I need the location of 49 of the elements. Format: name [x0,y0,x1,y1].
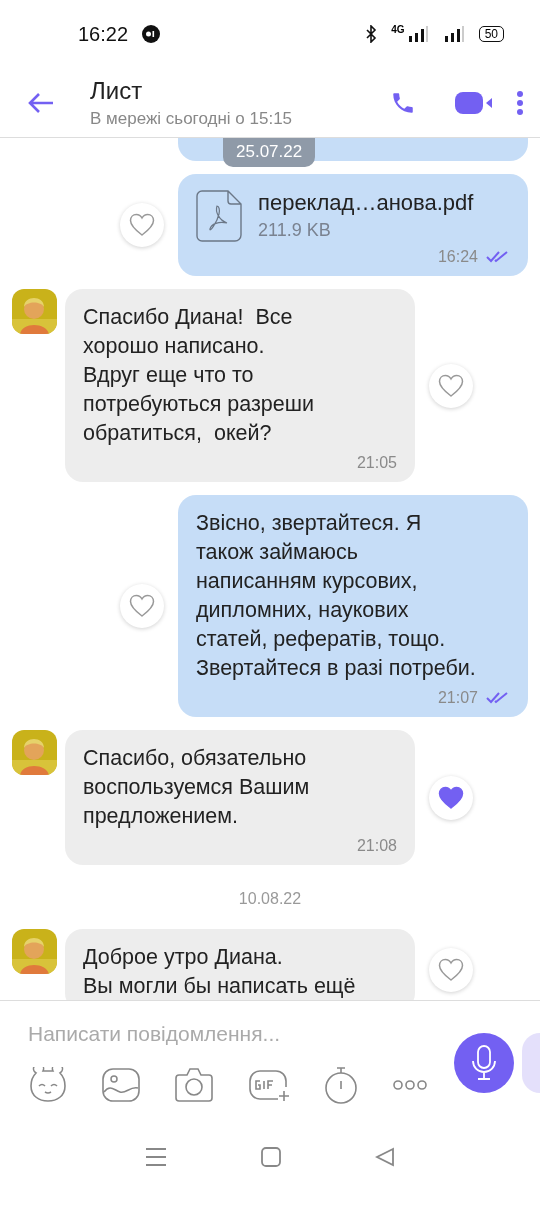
video-call-button[interactable] [454,90,494,115]
gif-button[interactable] [248,1067,290,1103]
heart-icon [129,594,155,618]
like-button[interactable] [120,203,164,247]
message-time: 21:07 [437,689,478,707]
pdf-file-icon [196,190,242,242]
bluetooth-icon [365,25,378,43]
like-button[interactable] [429,775,473,820]
heart-icon [438,785,464,810]
message-text: Доброе утро Диана. Вы могли бы написать ещё [83,944,357,1000]
heart-icon [438,373,464,398]
date-label: 25.07.22 [223,138,316,167]
more-button[interactable] [516,89,524,116]
double-check-icon [486,251,510,263]
chat-title: Лист [90,76,144,105]
signal-icon [442,26,465,42]
double-check-icon [486,692,510,704]
voice-message-button[interactable] [454,1033,514,1093]
back-button[interactable] [28,91,54,114]
battery-indicator: 50 [478,26,504,42]
online-status: В мережі сьогодні о 15:15 [90,108,293,129]
notification-icon [142,25,161,43]
message-text: Звісно, звертайтеся. Я також займаюсь написанням курсових, дипломних, наукових статей, рефератів, тощо. Звертайтеся в разі потреби. [196,510,477,682]
sticker-button[interactable] [28,1067,68,1103]
status-time: 16:22 [78,22,129,46]
message-time: 16:24 [437,248,478,266]
like-button[interactable] [429,948,473,992]
like-button[interactable] [120,584,164,628]
message-text: Спасибо, обязательно воспользуемся Вашим предложением. [83,745,311,830]
timer-button[interactable] [324,1066,358,1104]
message-input[interactable]: Написати повідомлення... [28,1022,368,1046]
gallery-button[interactable] [102,1068,140,1102]
message-time: 21:08 [356,837,397,855]
file-name: переклад…анова.pdf [258,190,474,216]
camera-button[interactable] [174,1067,214,1103]
signal-icon [406,26,429,42]
heart-icon [129,213,155,237]
heart-icon [438,958,464,982]
menu-icon[interactable] [145,1147,167,1166]
message-text: Спасибо Диана! Все хорошо написано. Вдруг еще что то потребуються разреши обратиться, окей? [83,304,315,447]
microphone-icon [471,1045,497,1081]
more-options-button[interactable] [392,1079,428,1091]
back-icon[interactable] [375,1146,395,1167]
message-time: 21:05 [356,454,397,472]
date-label: 10.08.22 [238,890,302,908]
network-label: 4G [391,24,405,35]
like-button[interactable] [429,363,473,408]
home-icon[interactable] [261,1146,281,1167]
file-size: 211.9 KB [258,220,332,241]
